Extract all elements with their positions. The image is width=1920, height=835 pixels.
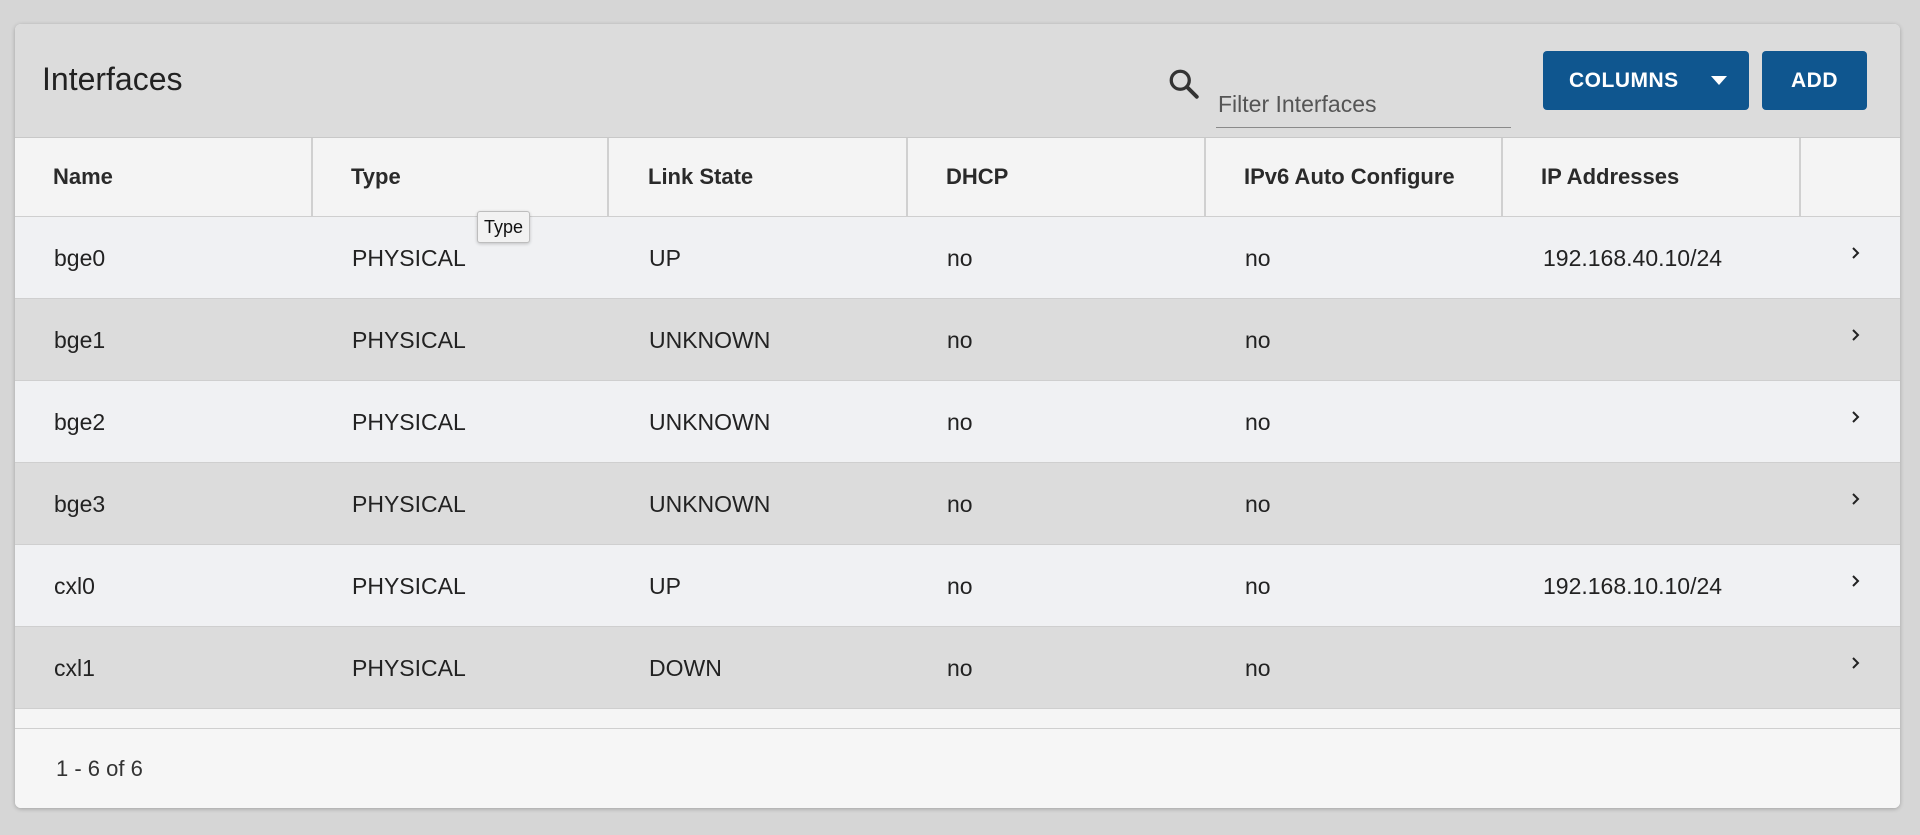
- cell-dhcp: no: [947, 654, 973, 681]
- cell-dhcp: no: [947, 408, 973, 435]
- columns-button-label: COLUMNS: [1569, 68, 1679, 92]
- cell-link-state: UP: [649, 572, 681, 599]
- table-row[interactable]: bge2 PHYSICAL UNKNOWN no no: [15, 381, 1900, 463]
- chevron-right-icon[interactable]: [1848, 655, 1864, 671]
- chevron-right-icon[interactable]: [1848, 573, 1864, 589]
- table-row[interactable]: cxl0 PHYSICAL UP no no 192.168.10.10/24: [15, 545, 1900, 627]
- table-header: Name Type Link State DHCP IPv6 Auto Conf…: [15, 138, 1900, 217]
- cell-link-state: UNKNOWN: [649, 490, 771, 517]
- table-row[interactable]: bge1 PHYSICAL UNKNOWN no no: [15, 299, 1900, 381]
- search-icon: [1169, 69, 1199, 99]
- cell-type: PHYSICAL: [352, 572, 466, 599]
- add-button[interactable]: ADD: [1762, 51, 1867, 110]
- table-row[interactable]: bge0 PHYSICAL UP no no 192.168.40.10/24: [15, 217, 1900, 299]
- cell-ip-addresses: 192.168.10.10/24: [1543, 572, 1723, 599]
- chevron-right-icon[interactable]: [1848, 245, 1864, 261]
- column-resize-handle[interactable]: [1204, 138, 1206, 216]
- card-header: Interfaces COLUMNS ADD: [15, 24, 1900, 138]
- column-header-type[interactable]: Type: [351, 138, 401, 216]
- cell-name: bge3: [54, 490, 106, 517]
- column-header-ipv6-auto-configure[interactable]: IPv6 Auto Configure: [1244, 138, 1455, 216]
- column-header-ip-addresses[interactable]: IP Addresses: [1541, 138, 1679, 216]
- table-row[interactable]: bge3 PHYSICAL UNKNOWN no no: [15, 463, 1900, 545]
- cell-name: bge2: [54, 408, 106, 435]
- table-footer: 1 - 6 of 6: [15, 728, 1900, 808]
- chevron-right-icon[interactable]: [1848, 409, 1864, 425]
- cell-dhcp: no: [947, 326, 973, 353]
- cell-link-state: UNKNOWN: [649, 326, 771, 353]
- cell-ipv6-auto-configure: no: [1245, 408, 1271, 435]
- chevron-right-icon[interactable]: [1848, 491, 1864, 507]
- column-header-dhcp[interactable]: DHCP: [946, 138, 1008, 216]
- cell-dhcp: no: [947, 244, 973, 271]
- cell-type: PHYSICAL: [352, 490, 466, 517]
- cell-ipv6-auto-configure: no: [1245, 244, 1271, 271]
- add-button-label: ADD: [1791, 68, 1838, 92]
- interfaces-card: Interfaces COLUMNS ADD Name Type Link St…: [15, 24, 1900, 808]
- cell-name: bge1: [54, 326, 106, 353]
- pagination-summary: 1 - 6 of 6: [56, 756, 143, 781]
- page-title: Interfaces: [42, 61, 183, 97]
- cell-name: cxl1: [54, 654, 95, 681]
- column-header-name[interactable]: Name: [53, 138, 113, 216]
- cell-type: PHYSICAL: [352, 244, 466, 271]
- cell-name: bge0: [54, 244, 106, 271]
- cell-ip-addresses: 192.168.40.10/24: [1543, 244, 1723, 271]
- column-header-link-state[interactable]: Link State: [648, 138, 753, 216]
- cell-name: cxl0: [54, 572, 95, 599]
- column-resize-handle[interactable]: [1501, 138, 1503, 216]
- cell-link-state: UP: [649, 244, 681, 271]
- cell-ipv6-auto-configure: no: [1245, 326, 1271, 353]
- cell-ipv6-auto-configure: no: [1245, 654, 1271, 681]
- chevron-right-icon[interactable]: [1848, 327, 1864, 343]
- column-resize-handle[interactable]: [311, 138, 313, 216]
- table-body: bge0 PHYSICAL UP no no 192.168.40.10/24 …: [15, 217, 1900, 709]
- cell-link-state: UNKNOWN: [649, 408, 771, 435]
- cell-type: PHYSICAL: [352, 326, 466, 353]
- caret-down-icon: [1711, 76, 1727, 85]
- cell-ipv6-auto-configure: no: [1245, 490, 1271, 517]
- column-resize-handle[interactable]: [1799, 138, 1801, 216]
- cell-type: PHYSICAL: [352, 654, 466, 681]
- cell-type: PHYSICAL: [352, 408, 466, 435]
- cell-dhcp: no: [947, 490, 973, 517]
- cell-link-state: DOWN: [649, 654, 722, 681]
- column-tooltip: Type: [477, 211, 531, 243]
- column-resize-handle[interactable]: [607, 138, 609, 216]
- cell-ipv6-auto-configure: no: [1245, 572, 1271, 599]
- cell-dhcp: no: [947, 572, 973, 599]
- column-resize-handle[interactable]: [906, 138, 908, 216]
- columns-button[interactable]: COLUMNS: [1543, 51, 1749, 110]
- table-row[interactable]: cxl1 PHYSICAL DOWN no no: [15, 627, 1900, 709]
- filter-interfaces-input[interactable]: [1216, 82, 1511, 128]
